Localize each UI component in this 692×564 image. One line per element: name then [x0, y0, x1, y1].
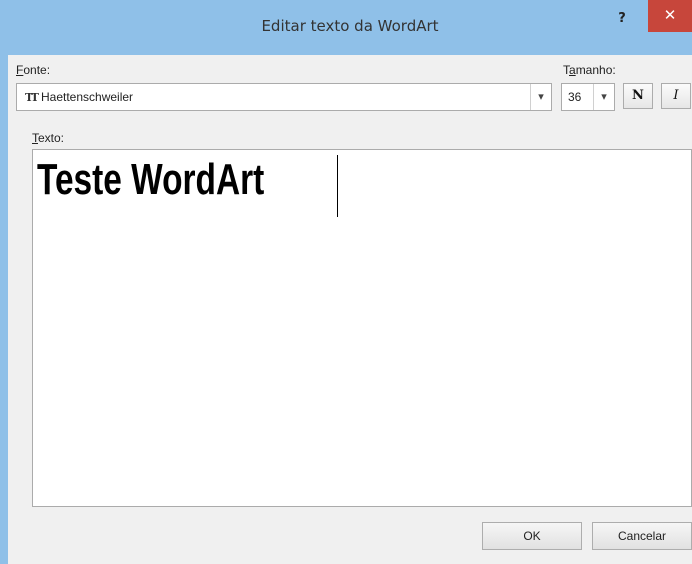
bold-button[interactable]: N: [623, 83, 653, 109]
ok-button[interactable]: OK: [482, 522, 582, 550]
font-select[interactable]: TT Haettenschweiler ▾: [16, 83, 552, 111]
title-bar[interactable]: Editar texto da WordArt ? ✕: [0, 0, 692, 55]
help-button[interactable]: ?: [608, 8, 636, 30]
cancel-button[interactable]: Cancelar: [592, 522, 692, 550]
wordart-text-value: Teste WordArt: [37, 155, 265, 204]
text-caret: [337, 155, 338, 217]
wordart-text-input[interactable]: Teste WordArt: [32, 149, 692, 507]
chevron-down-icon[interactable]: ▾: [593, 84, 614, 110]
font-label: Fonte:: [16, 63, 51, 77]
chevron-down-icon[interactable]: ▾: [530, 84, 551, 110]
size-label: Tamanho:: [563, 63, 616, 77]
font-select-value: Haettenschweiler: [41, 90, 134, 104]
close-icon: ✕: [663, 6, 677, 24]
size-select[interactable]: 36 ▾: [561, 83, 615, 111]
close-button[interactable]: ✕: [648, 0, 692, 32]
text-label: Texto:: [32, 131, 65, 145]
truetype-font-icon: TT: [25, 91, 39, 104]
size-select-value: 36: [568, 90, 582, 104]
wordart-dialog: Editar texto da WordArt ? ✕ Fonte: Taman…: [0, 0, 692, 564]
italic-button[interactable]: I: [661, 83, 691, 109]
dialog-title: Editar texto da WordArt: [261, 17, 439, 35]
